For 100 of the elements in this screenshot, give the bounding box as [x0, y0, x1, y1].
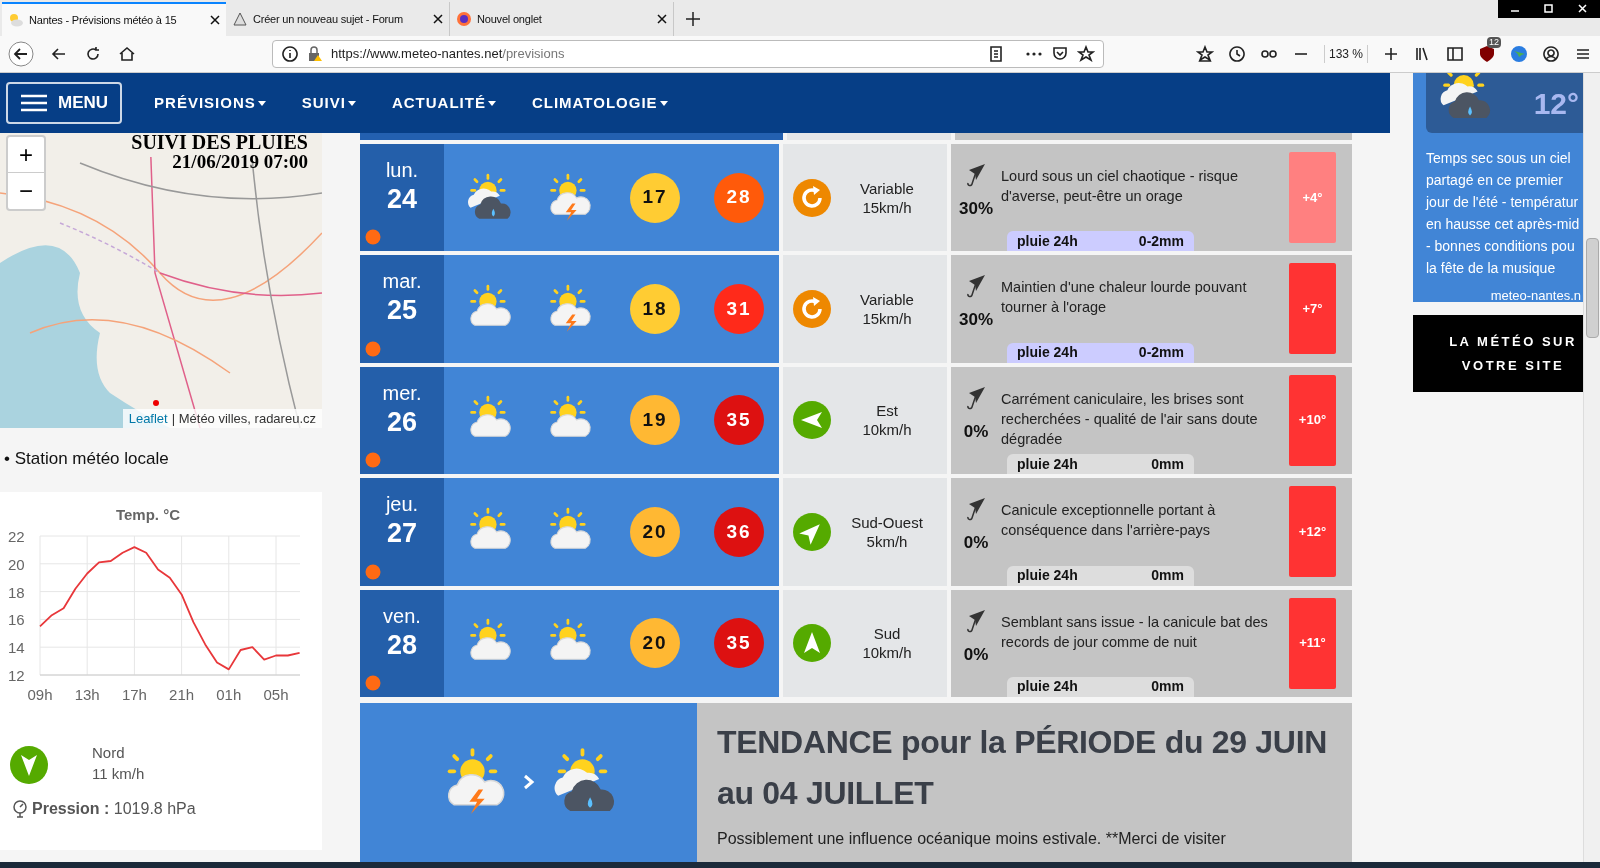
- scrollbar-thumb[interactable]: [1586, 238, 1599, 338]
- reload-icon[interactable]: [84, 45, 102, 63]
- day-date: 26: [386, 405, 417, 439]
- x-tick-label: 01h: [216, 685, 242, 703]
- chevron-right-icon: [522, 774, 535, 791]
- rain-probability: 0%: [963, 643, 989, 666]
- dot-icon: [365, 674, 381, 691]
- scrollbar[interactable]: [1583, 73, 1600, 862]
- url-text: https://www.meteo-nantes.net/previsions: [331, 45, 566, 64]
- star-icon[interactable]: [1077, 45, 1095, 63]
- close-icon[interactable]: [657, 14, 667, 24]
- nav-link[interactable]: PRÉVISIONS: [146, 91, 274, 115]
- globe-icon: [456, 11, 472, 27]
- rain-amount: 0mm: [1151, 566, 1184, 585]
- temperature-anomaly: +12°: [1289, 486, 1336, 578]
- min-temperature: 20: [630, 506, 680, 557]
- rain-amount: 0-2mm: [1138, 343, 1184, 363]
- browser-tab[interactable]: Nantes - Prévisions météo à 15: [2, 2, 226, 36]
- forecast-description: Carrément caniculaire, les brises sont recherchées - qualité de l'air sans doute dégradée: [1001, 389, 1259, 449]
- x-tick-label: 17h: [121, 685, 147, 703]
- umbrella-icon: [965, 384, 987, 411]
- caret-icon: [257, 100, 266, 106]
- trend-title: TENDANCE pour la PÉRIODE du 29 JUIN au 04 JUILLET: [717, 722, 1329, 813]
- pressure-text: Pression : 1019.8 hPa: [32, 798, 196, 819]
- umbrella-icon: [965, 273, 987, 300]
- rain-probability: 0%: [963, 420, 989, 443]
- current-temperature: 12°: [1533, 85, 1579, 122]
- globe-icon[interactable]: [1510, 45, 1528, 63]
- nav-link[interactable]: SUIVI: [293, 91, 364, 115]
- forecast-summary-line: Temps sec sous un ciel: [1426, 149, 1572, 168]
- x-tick-label: 13h: [74, 685, 100, 703]
- forecast-summary-line: en hausse cet après-mid: [1426, 215, 1581, 234]
- address-bar[interactable]: https://www.meteo-nantes.net/previsions: [272, 40, 1104, 68]
- forecast-summary-line: la fête de la musique: [1426, 259, 1557, 278]
- map-attribution: | Météo villes, radareu.cz: [171, 409, 316, 428]
- zoom-in-icon[interactable]: [1382, 45, 1400, 63]
- rain-label: pluie 24h: [1017, 677, 1078, 697]
- back-icon[interactable]: [8, 41, 34, 67]
- pocket-icon[interactable]: [1051, 45, 1069, 63]
- new-tab-icon[interactable]: [686, 12, 700, 26]
- day-name: mar.: [382, 269, 422, 294]
- clock-icon[interactable]: [1227, 45, 1246, 63]
- temperature-anomaly: +7°: [1289, 263, 1336, 355]
- nav-link[interactable]: CLIMATOLOGIE: [523, 91, 676, 115]
- caret-icon: [487, 100, 496, 106]
- widget-banner[interactable]: LA MÉTÉO SUR VOTRE SITE: [1413, 315, 1583, 392]
- min-temperature: 19: [630, 395, 680, 446]
- nav-link[interactable]: ACTUALITÉ: [383, 91, 504, 115]
- wind-speed: 5km/h: [866, 531, 908, 551]
- sun-cloud-icon: [8, 12, 24, 28]
- rain-amount: 0-2mm: [1138, 231, 1184, 251]
- star-list-icon[interactable]: [1195, 45, 1214, 63]
- attribution-link[interactable]: Leaflet: [128, 408, 168, 428]
- wind-direction: Est: [876, 401, 898, 421]
- y-tick-label: 12: [8, 666, 25, 684]
- notification-badge: 12: [1487, 37, 1501, 48]
- forecast-summary-line: partagé en ce premier: [1426, 171, 1564, 190]
- zoom-level[interactable]: 133 %: [1323, 45, 1368, 63]
- dot-icon: [365, 563, 381, 580]
- max-temperature: 28: [714, 172, 764, 223]
- wind-speed: 11 km/h: [92, 763, 145, 784]
- temperature-anomaly: +11°: [1289, 597, 1336, 689]
- close-icon[interactable]: [210, 15, 220, 25]
- day-date: 24: [386, 182, 417, 216]
- min-temperature: 17: [630, 172, 680, 223]
- zoom-out-button[interactable]: −: [8, 173, 44, 209]
- forecast-summary-line: jour de l'été - températur: [1426, 193, 1580, 212]
- umbrella-icon: [965, 496, 987, 523]
- info-icon[interactable]: [281, 45, 299, 63]
- max-temperature: 35: [714, 618, 764, 669]
- rain-amount: 0mm: [1151, 454, 1184, 474]
- account-icon[interactable]: [1542, 45, 1560, 63]
- close-icon[interactable]: [433, 14, 443, 24]
- wind-speed: 10km/h: [862, 420, 912, 440]
- y-tick-label: 14: [8, 638, 25, 656]
- rain-label: pluie 24h: [1017, 343, 1078, 363]
- tab-title: Créer un nouveau sujet - Forum: [253, 11, 404, 27]
- menu-button[interactable]: MENU: [6, 82, 123, 124]
- forecast-description: Semblant sans issue - la canicule bat des records de jour comme de nuit: [1001, 612, 1269, 652]
- day-name: mer.: [382, 380, 422, 405]
- tab-title: Nantes - Prévisions météo à 15: [29, 12, 178, 28]
- dot-icon: [365, 452, 381, 469]
- day-date: 28: [386, 628, 417, 662]
- y-tick-label: 18: [8, 583, 25, 601]
- home-icon[interactable]: [118, 45, 136, 63]
- rain-label: pluie 24h: [1017, 231, 1078, 251]
- zoom-in-button[interactable]: +: [8, 137, 44, 173]
- triangle-icon: [232, 11, 248, 27]
- wind-direction: Sud-Ouest: [851, 512, 923, 532]
- rain-amount: 0mm: [1151, 677, 1184, 697]
- sidebar-icon[interactable]: [1446, 45, 1464, 63]
- rain-label: pluie 24h: [1017, 454, 1078, 474]
- umbrella-icon: [965, 607, 987, 634]
- forecast-summary-line: - bonnes conditions pou: [1426, 237, 1576, 256]
- banner-text: VOTRE SITE: [1461, 356, 1565, 375]
- chart-title: Temp. °C: [115, 505, 181, 523]
- reader-icon[interactable]: [987, 45, 1005, 63]
- x-tick-label: 09h: [27, 685, 53, 703]
- shield-icon[interactable]: [1478, 45, 1496, 63]
- x-tick-label: 05h: [263, 685, 289, 703]
